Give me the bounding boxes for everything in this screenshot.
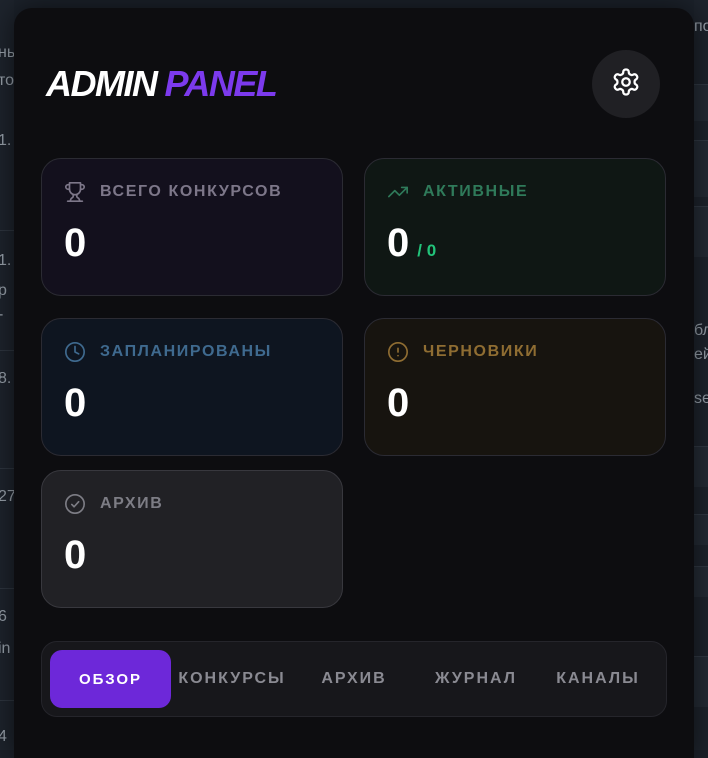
stat-label-active: АКТИВНЫЕ — [423, 183, 529, 200]
background-text: 1. — [0, 132, 12, 149]
background-text: ей — [694, 346, 708, 363]
clock-icon — [64, 341, 86, 363]
stat-value-active-total: / 0 — [417, 241, 437, 260]
background-text: бл — [694, 322, 708, 339]
check-circle-icon — [64, 493, 86, 515]
tab-journal[interactable]: ЖУРНАЛ — [415, 650, 537, 708]
alert-circle-icon — [387, 341, 409, 363]
tab-bar: ОБЗОР КОНКУРСЫ АРХИВ ЖУРНАЛ КАНАЛЫ — [41, 641, 667, 717]
stat-card-archive: АРХИВ 0 — [41, 470, 343, 608]
gear-icon — [611, 67, 641, 102]
background-right-strip: по бл ей se — [694, 0, 708, 750]
background-text: 6 — [0, 608, 7, 625]
background-block — [694, 140, 708, 197]
background-text: in — [0, 640, 11, 657]
trophy-icon — [64, 181, 86, 203]
background-text: нь — [0, 44, 16, 61]
stat-card-drafts: ЧЕРНОВИКИ 0 — [364, 318, 666, 456]
background-divider — [0, 700, 14, 701]
stat-value-active-number: 0 — [387, 221, 410, 265]
tab-channels[interactable]: КАНАЛЫ — [537, 650, 659, 708]
background-text: - — [0, 306, 3, 324]
background-left-strip: нь то 1. 1. р - 8. 27 6 in 4 — [0, 0, 16, 750]
background-divider — [0, 350, 14, 351]
stat-value-total: 0 — [64, 221, 87, 265]
logo: ADMIN PANEL — [46, 63, 278, 104]
background-block — [694, 656, 708, 707]
background-text: р — [0, 282, 7, 299]
stat-label-scheduled: ЗАПЛАНИРОВАНЫ — [100, 343, 272, 360]
background-text: 8. — [0, 370, 12, 387]
background-text: se — [694, 390, 708, 407]
stat-card-total: ВСЕГО КОНКУРСОВ 0 — [41, 158, 343, 296]
tab-overview[interactable]: ОБЗОР — [50, 650, 171, 708]
logo-word-panel: PANEL — [164, 63, 277, 104]
background-block — [694, 446, 708, 487]
stat-value-drafts: 0 — [387, 381, 410, 425]
background-divider — [0, 468, 14, 469]
admin-panel: ADMIN PANEL ВСЕГО КОНКУРСОВ 0 АКТИВНЫЕ 0… — [14, 8, 694, 758]
settings-button[interactable] — [592, 50, 660, 118]
stat-value-scheduled: 0 — [64, 381, 87, 425]
background-divider — [0, 230, 14, 231]
background-divider — [0, 588, 14, 589]
stat-card-scheduled: ЗАПЛАНИРОВАНЫ 0 — [41, 318, 343, 456]
stat-value-archive: 0 — [64, 533, 87, 577]
stat-value-active: 0 / 0 — [387, 221, 436, 273]
background-text: 4 — [0, 728, 7, 745]
tab-contests[interactable]: КОНКУРСЫ — [171, 650, 293, 708]
tab-archive[interactable]: АРХИВ — [293, 650, 415, 708]
stat-card-active: АКТИВНЫЕ 0 / 0 — [364, 158, 666, 296]
background-text: то — [0, 72, 15, 89]
stat-label-drafts: ЧЕРНОВИКИ — [423, 343, 539, 360]
background-text: 1. — [0, 252, 12, 269]
logo-word-admin: ADMIN — [46, 63, 158, 104]
background-text: по — [694, 18, 708, 35]
background-block — [694, 566, 708, 597]
trending-up-icon — [387, 181, 409, 203]
background-block — [694, 84, 708, 121]
background-block — [694, 206, 708, 257]
background-block — [694, 514, 708, 545]
stat-label-total: ВСЕГО КОНКУРСОВ — [100, 183, 283, 200]
stat-label-archive: АРХИВ — [100, 495, 164, 512]
